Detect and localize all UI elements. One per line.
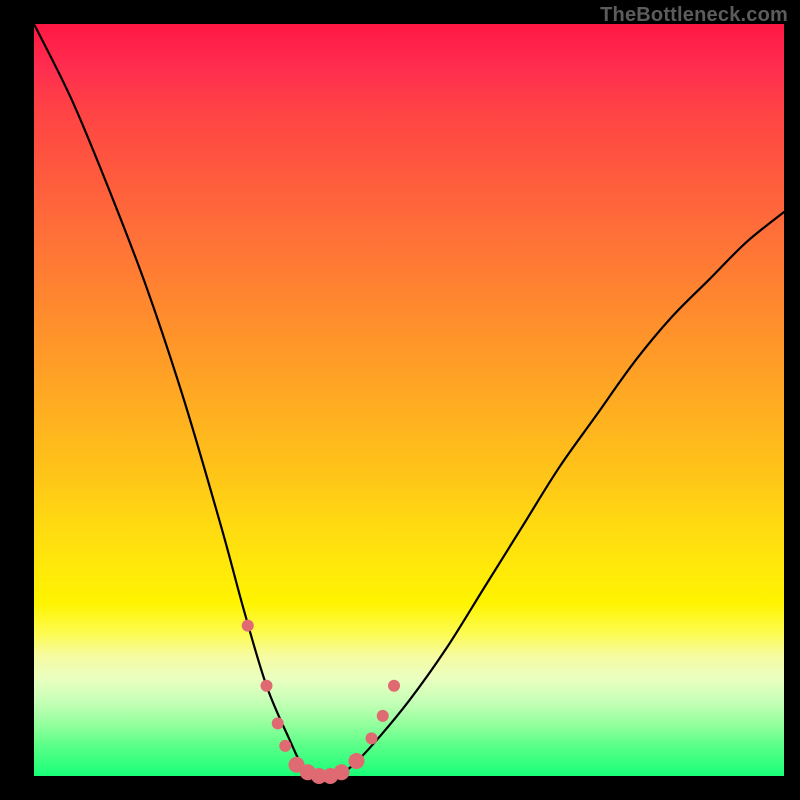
curve-path [34,24,784,777]
marker-dot [272,717,284,729]
marker-dot [349,753,365,769]
marker-dot [242,620,254,632]
marker-dot [388,680,400,692]
marker-dot [261,680,273,692]
plot-area [34,24,784,776]
curve-markers [242,620,400,784]
marker-dot [334,764,350,780]
marker-dot [279,740,291,752]
chart-frame: TheBottleneck.com [0,0,800,800]
marker-dot [377,710,389,722]
watermark-text: TheBottleneck.com [600,4,788,27]
bottleneck-curve [34,24,784,776]
marker-dot [366,732,378,744]
